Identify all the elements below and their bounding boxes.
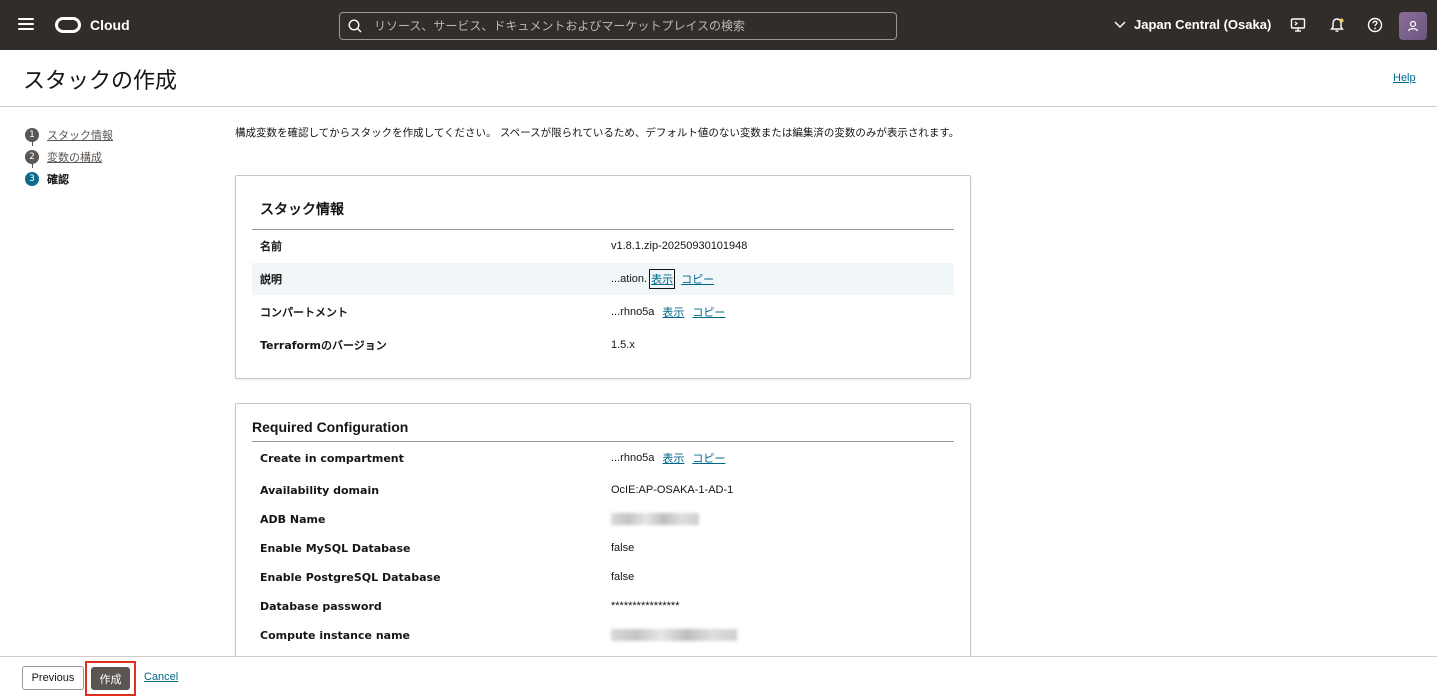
info-row: Terraformのバージョン 1.5.x — [252, 329, 954, 361]
menu-icon[interactable] — [18, 18, 34, 32]
stack-info-panel: スタック情報 名前 v1.8.1.zip-20250930101948 説明 .… — [235, 175, 971, 379]
brand-label[interactable]: Cloud — [90, 17, 130, 33]
row-value: false — [611, 542, 635, 554]
panel-title: スタック情報 — [260, 201, 344, 217]
step-label[interactable]: スタック情報 — [47, 127, 113, 143]
row-label: コンパートメント — [260, 306, 348, 319]
panel-title: Required Configuration — [252, 419, 409, 435]
user-icon — [1407, 20, 1419, 32]
info-row: 名前 v1.8.1.zip-20250930101948 — [252, 230, 954, 262]
search-box[interactable] — [339, 12, 897, 40]
chevron-down-icon — [1114, 20, 1126, 28]
create-button-highlight: 作成 — [85, 661, 136, 696]
row-value: **************** — [611, 600, 680, 612]
config-row: ADB Name — [252, 503, 954, 535]
step-label: 確認 — [47, 173, 69, 186]
config-row: Compute instance name — [252, 619, 954, 651]
step-number: 1 — [25, 128, 39, 142]
info-row: コンパートメント ...rhno5a 表示 コピー — [252, 296, 954, 328]
create-button[interactable]: 作成 — [91, 667, 130, 690]
row-value: v1.8.1.zip-20250930101948 — [611, 240, 748, 252]
copy-link[interactable]: コピー — [692, 304, 725, 320]
config-row: Database password **************** — [252, 590, 954, 622]
step-1[interactable]: 1 スタック情報 — [25, 124, 113, 146]
help-link[interactable]: Help — [1393, 72, 1416, 84]
header-divider — [0, 106, 1437, 107]
oracle-logo-icon[interactable] — [55, 17, 81, 33]
step-3: 3 確認 — [25, 168, 113, 190]
show-link[interactable]: 表示 — [662, 304, 684, 320]
step-number: 3 — [25, 172, 39, 186]
footer-bar: Previous 作成 Cancel — [0, 656, 1437, 697]
step-number: 2 — [25, 150, 39, 164]
row-value: OcIE:AP-OSAKA-1-AD-1 — [611, 484, 734, 496]
row-label: Enable MySQL Database — [260, 541, 411, 555]
step-label[interactable]: 変数の構成 — [47, 149, 102, 165]
row-value: ...rhno5a — [611, 452, 655, 464]
config-row: Create in compartment ...rhno5a 表示 コピー — [252, 442, 954, 474]
row-label: Availability domain — [260, 483, 380, 497]
previous-button[interactable]: Previous — [22, 666, 84, 690]
search-icon — [348, 19, 362, 33]
row-label: 説明 — [260, 273, 282, 286]
row-label: Database password — [260, 599, 382, 613]
config-row: Enable MySQL Database false — [252, 532, 954, 564]
copy-link[interactable]: コピー — [692, 450, 725, 466]
user-avatar[interactable] — [1399, 12, 1427, 40]
notification-bell-icon[interactable] — [1329, 17, 1345, 33]
step-2[interactable]: 2 変数の構成 — [25, 146, 113, 168]
page-title: スタックの作成 — [23, 69, 178, 94]
cloud-shell-icon[interactable] — [1290, 17, 1306, 33]
top-navigation-bar: Cloud Japan Central (Osaka) — [0, 0, 1437, 50]
show-link[interactable]: 表示 — [649, 269, 676, 289]
config-row: Availability domain OcIE:AP-OSAKA-1-AD-1 — [252, 474, 954, 506]
row-label: 名前 — [260, 240, 282, 253]
region-selector[interactable]: Japan Central (Osaka) — [1114, 17, 1271, 32]
row-label: ADB Name — [260, 512, 326, 526]
row-value: 1.5.x — [611, 339, 635, 351]
wizard-steps: 1 スタック情報 2 変数の構成 3 確認 — [25, 124, 113, 190]
show-link[interactable]: 表示 — [662, 450, 684, 466]
row-label: Terraformのバージョン — [260, 339, 387, 352]
config-row: Enable PostgreSQL Database false — [252, 561, 954, 593]
required-config-panel: Required Configuration Create in compart… — [235, 403, 971, 663]
row-value: false — [611, 571, 635, 583]
row-label: Compute instance name — [260, 628, 410, 642]
intro-text: 構成変数を確認してからスタックを作成してください。 スペースが限られているため、… — [235, 127, 960, 139]
search-input[interactable] — [374, 13, 889, 39]
copy-link[interactable]: コピー — [681, 271, 714, 287]
redacted-value — [611, 629, 737, 641]
row-value: ...rhno5a — [611, 306, 655, 318]
redacted-value — [611, 513, 699, 525]
row-label: Create in compartment — [260, 451, 404, 465]
info-row: 説明 ...ation. 表示 コピー — [252, 263, 954, 295]
row-label: Enable PostgreSQL Database — [260, 570, 441, 584]
region-label: Japan Central (Osaka) — [1134, 17, 1272, 32]
row-value: ...ation. — [611, 273, 648, 285]
help-icon[interactable] — [1367, 17, 1383, 33]
cancel-link[interactable]: Cancel — [144, 671, 178, 683]
